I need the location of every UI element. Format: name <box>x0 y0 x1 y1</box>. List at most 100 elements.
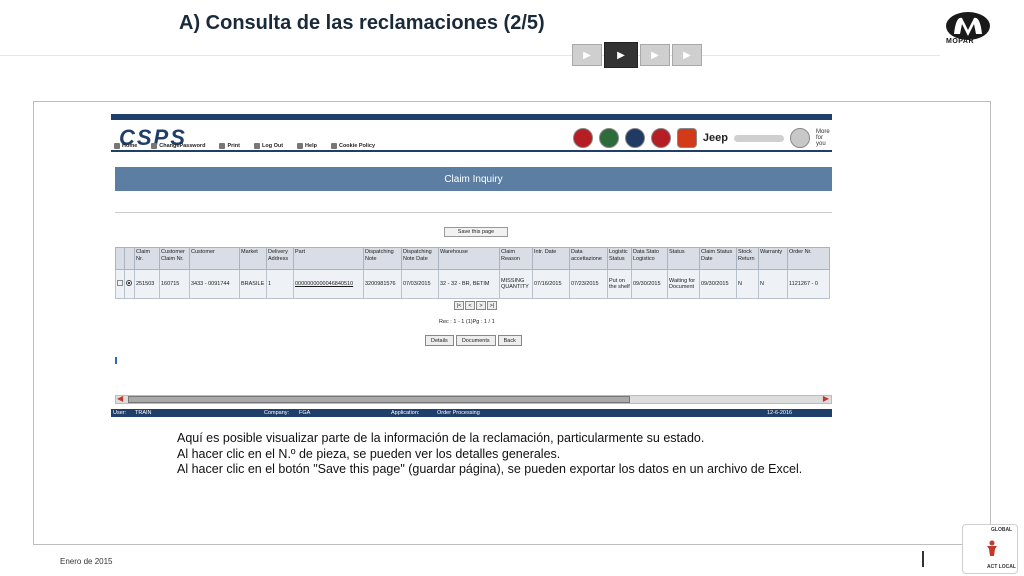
menu-help-label: Help <box>305 143 317 149</box>
badge-global-text: GLOBAL <box>991 527 1013 533</box>
col-intr-date: Intr. Date <box>532 247 570 270</box>
status-bar: User: TRAIN Company: FGA Application: Or… <box>111 409 832 417</box>
cell-part-link[interactable]: 0000000000046840510 <box>293 269 364 299</box>
app-menu-bar: Home ChangePassword Print Log Out Help C… <box>111 142 832 152</box>
step-4: ▶ <box>672 44 702 66</box>
last-page-button[interactable]: >| <box>487 301 497 310</box>
col-delivery-address: Delivery Address <box>266 247 294 270</box>
status-user-label: User: <box>113 410 127 416</box>
col-data-accettazione: Data accettazione <box>569 247 608 270</box>
col-radio <box>124 247 135 270</box>
cell-logistic-status: Put on the shelf <box>607 269 632 299</box>
menu-print[interactable]: Print <box>219 143 240 149</box>
left-marker <box>115 357 117 364</box>
caption-line-1: Aquí es posible visualizar parte de la i… <box>177 431 705 445</box>
col-stock-return: Stock Return <box>736 247 759 270</box>
slide-title: A) Consulta de las reclamaciones (2/5) <box>179 12 545 34</box>
back-button[interactable]: Back <box>497 335 522 346</box>
col-dispatching-note: Dispatching Note <box>363 247 402 270</box>
next-page-button[interactable]: > <box>476 301 486 310</box>
key-icon <box>151 143 158 149</box>
csps-app-window: CSPS Jeep More for you Home ChangePasswo… <box>111 114 832 419</box>
col-customer: Customer <box>189 247 240 270</box>
col-dispatching-note-date: Dispatching Note Date <box>401 247 439 270</box>
footer-divider <box>922 551 924 567</box>
status-date: 12-6-2016 <box>767 410 793 416</box>
footer-date: Enero de 2015 <box>60 557 113 566</box>
scroll-thumb[interactable] <box>128 396 630 403</box>
horizontal-scrollbar[interactable]: ◀ ▶ <box>115 395 832 404</box>
step-2-active: ▶ <box>604 42 638 68</box>
row-radio-button[interactable] <box>126 279 132 286</box>
menu-cookie-policy-label: Cookie Policy <box>338 143 376 149</box>
cell-order-nr: 1121267 - 0 <box>787 269 830 299</box>
col-status: Status <box>667 247 700 270</box>
status-application: Order Processing <box>437 410 480 416</box>
menu-log-out-label: Log Out <box>261 143 284 149</box>
col-warranty: Warranty <box>758 247 788 270</box>
col-market: Market <box>239 247 267 270</box>
status-application-label: Application: <box>391 410 420 416</box>
prev-page-button[interactable]: < <box>465 301 475 310</box>
col-claim-reason: Claim Reason <box>499 247 533 270</box>
status-company-label: Company: <box>264 410 290 416</box>
cell-warehouse: 32 - 32 - BR, BETIM <box>438 269 500 299</box>
menu-help[interactable]: Help <box>297 143 317 149</box>
cell-stock-return: N <box>736 269 759 299</box>
record-info: Rec : 1 - 1 (1)Pg : 1 / 1 <box>439 319 495 325</box>
badge-act-local-text: ACT LOCAL <box>987 564 1016 570</box>
menu-cookie-policy[interactable]: Cookie Policy <box>330 143 376 149</box>
cell-data-accettazione: 07/23/2015 <box>569 269 608 299</box>
cell-dispatching-note-date: 07/03/2015 <box>401 269 439 299</box>
print-icon <box>219 143 226 149</box>
cell-claim-status-date: 09/30/2015 <box>699 269 737 299</box>
menu-home[interactable]: Home <box>114 143 137 149</box>
cell-status: Waiting for Document <box>667 269 700 299</box>
scroll-left-arrow-icon[interactable]: ◀ <box>117 395 123 403</box>
cell-claim-nr: 251503 <box>134 269 160 299</box>
menu-change-password[interactable]: ChangePassword <box>151 143 205 149</box>
step-indicator: ▶ ▶ ▶ ▶ <box>572 42 704 68</box>
menu-change-password-label: ChangePassword <box>159 143 206 149</box>
help-icon <box>297 143 304 149</box>
col-warehouse: Warehouse <box>438 247 500 270</box>
table-row[interactable]: 251503 160715 3433 - 0091744 BRASILE 1 0… <box>115 269 830 299</box>
pager: |< < > >| <box>454 301 497 310</box>
cell-customer-claim-nr: 160715 <box>159 269 190 299</box>
status-company: FGA <box>299 410 311 416</box>
cell-customer: 3433 - 0091744 <box>189 269 240 299</box>
row-select-box[interactable] <box>117 279 123 286</box>
caption: Aquí es posible visualizar parte de la i… <box>177 431 802 478</box>
row-radio-cell[interactable] <box>124 269 135 299</box>
col-claim-nr: Claim Nr. <box>134 247 160 270</box>
col-order-nr: Order Nr. <box>787 247 830 270</box>
menu-log-out[interactable]: Log Out <box>253 143 284 149</box>
scroll-right-arrow-icon[interactable]: ▶ <box>823 395 829 403</box>
col-part: Part <box>293 247 364 270</box>
title-divider <box>0 55 940 56</box>
menu-home-label: Home <box>122 143 138 149</box>
col-customer-claim-nr: Customer Claim Nr. <box>159 247 190 270</box>
action-buttons: Details Documents Back <box>425 335 522 346</box>
content-divider <box>115 212 832 213</box>
documents-button[interactable]: Documents <box>455 335 496 346</box>
row-select-cell[interactable] <box>115 269 125 299</box>
status-user: TRAIN <box>135 410 152 416</box>
menu-print-label: Print <box>227 143 240 149</box>
cell-market: BRASILE <box>239 269 267 299</box>
claims-table: Claim Nr. Customer Claim Nr. Customer Ma… <box>115 247 830 299</box>
col-logistic-status: Logistic Status <box>607 247 632 270</box>
cell-intr-date: 07/16/2015 <box>532 269 570 299</box>
table-header-row: Claim Nr. Customer Claim Nr. Customer Ma… <box>115 247 830 270</box>
person-icon <box>987 540 997 556</box>
step-3: ▶ <box>640 44 670 66</box>
cell-data-stato-logistico: 09/30/2015 <box>631 269 668 299</box>
save-this-page-button[interactable]: Save this page <box>444 227 508 237</box>
cell-warranty: N <box>758 269 788 299</box>
caption-line-2: Al hacer clic en el N.º de pieza, se pue… <box>177 446 561 461</box>
first-page-button[interactable]: |< <box>454 301 464 310</box>
global-act-local-badge: GLOBAL ACT LOCAL <box>962 524 1018 574</box>
chrysler-logo-icon <box>734 134 784 142</box>
details-button[interactable]: Details <box>425 335 454 346</box>
page-title-banner: Claim Inquiry <box>115 167 832 191</box>
